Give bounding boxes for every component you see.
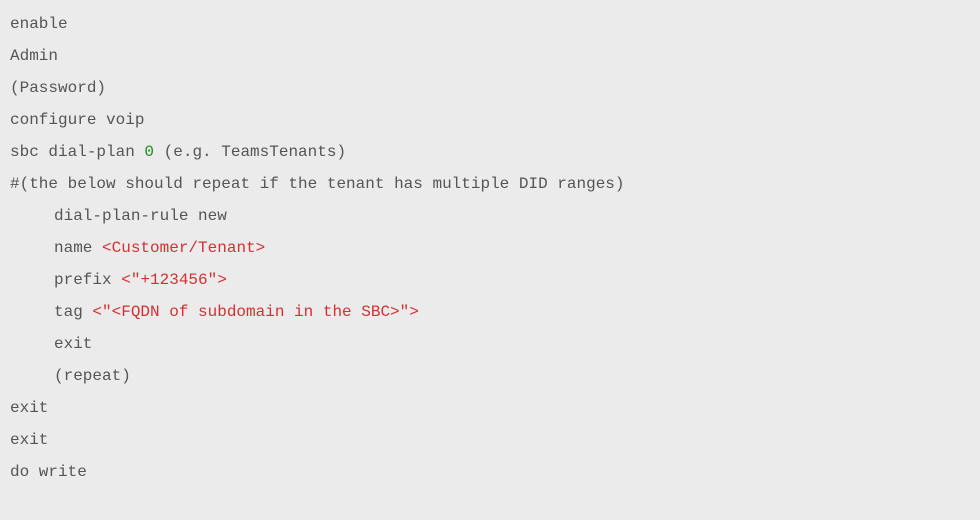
code-placeholder: <Customer/Tenant> [102, 239, 265, 257]
code-text: sbc dial-plan [10, 143, 144, 161]
code-line: exit [10, 328, 970, 360]
code-line: (Password) [10, 72, 970, 104]
code-line: tag <"<FQDN of subdomain in the SBC>"> [10, 296, 970, 328]
code-line: exit [10, 392, 970, 424]
code-line: prefix <"+123456"> [10, 264, 970, 296]
code-placeholder: <"+123456"> [121, 271, 227, 289]
code-line: Admin [10, 40, 970, 72]
code-comment: #(the below should repeat if the tenant … [10, 168, 970, 200]
code-line: exit [10, 424, 970, 456]
code-line: dial-plan-rule new [10, 200, 970, 232]
code-line: sbc dial-plan 0 (e.g. TeamsTenants) [10, 136, 970, 168]
code-line: name <Customer/Tenant> [10, 232, 970, 264]
code-line: (repeat) [10, 360, 970, 392]
code-text: tag [54, 303, 92, 321]
code-line: enable [10, 8, 970, 40]
code-text: prefix [54, 271, 121, 289]
code-text: (e.g. TeamsTenants) [154, 143, 346, 161]
code-number: 0 [144, 143, 154, 161]
code-line: do write [10, 456, 970, 488]
code-placeholder: <"<FQDN of subdomain in the SBC>"> [92, 303, 418, 321]
code-line: configure voip [10, 104, 970, 136]
code-text: name [54, 239, 102, 257]
